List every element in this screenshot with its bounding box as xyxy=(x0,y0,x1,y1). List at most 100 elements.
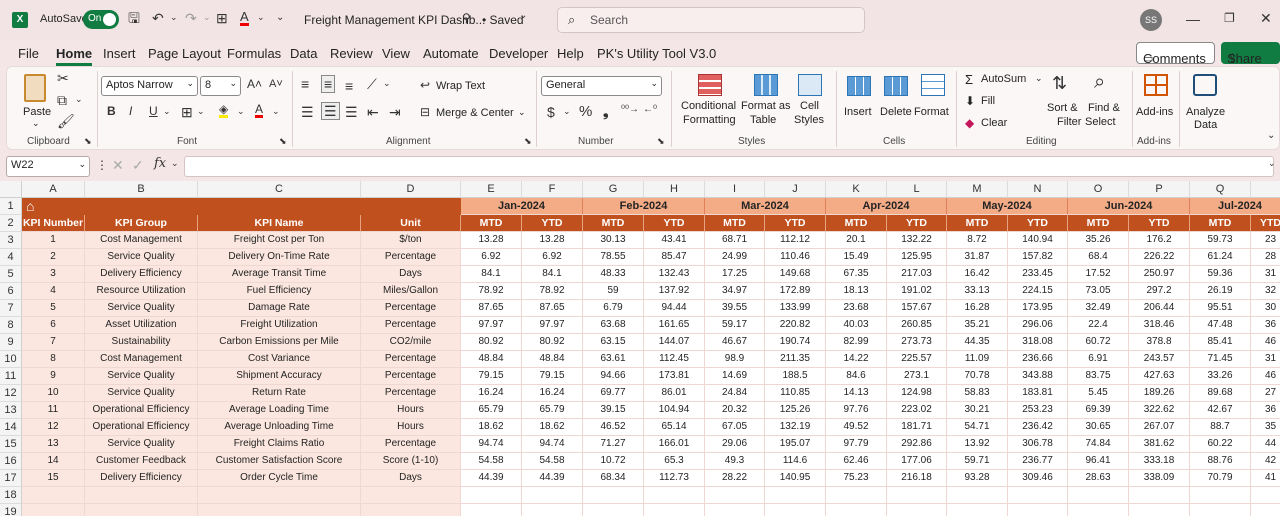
autosum-button[interactable]: Σ AutoSum ⌄ xyxy=(963,71,1043,87)
table-cell[interactable]: 217.03 xyxy=(887,266,947,283)
table-cell[interactable]: 65.14 xyxy=(644,419,705,436)
table-cell[interactable]: 172.89 xyxy=(765,283,826,300)
table-cell[interactable]: 80.92 xyxy=(522,334,583,351)
table-cell[interactable]: 181.71 xyxy=(887,419,947,436)
table-cell[interactable]: 26.19 xyxy=(1190,283,1251,300)
table-cell[interactable]: 149.68 xyxy=(765,266,826,283)
table-cell[interactable]: 18.62 xyxy=(461,419,522,436)
search-box[interactable]: ⌕ Search xyxy=(557,7,865,33)
table-cell[interactable]: 297.2 xyxy=(1129,283,1190,300)
table-cell[interactable]: 94.44 xyxy=(644,300,705,317)
empty-cell[interactable] xyxy=(522,504,583,516)
empty-cell[interactable] xyxy=(1251,504,1280,516)
column-header-b[interactable]: B xyxy=(85,181,198,198)
table-cell[interactable]: 68.4 xyxy=(1068,249,1129,266)
table-cell[interactable]: 87.65 xyxy=(522,300,583,317)
table-cell[interactable]: Freight Utilization xyxy=(198,317,361,334)
table-cell[interactable]: 9 xyxy=(22,368,85,385)
empty-cell[interactable] xyxy=(361,504,461,516)
table-cell[interactable]: 157.82 xyxy=(1008,249,1068,266)
empty-cell[interactable] xyxy=(1129,487,1190,504)
comments-button[interactable]: ▭ Comments xyxy=(1136,42,1215,66)
undo-dropdown-icon[interactable]: ⌄ xyxy=(170,13,178,22)
table-cell[interactable]: 33.26 xyxy=(1190,368,1251,385)
table-cell[interactable]: 78.92 xyxy=(461,283,522,300)
table-cell[interactable]: 15 xyxy=(22,470,85,487)
table-cell[interactable]: 132.43 xyxy=(644,266,705,283)
decrease-decimal-icon[interactable]: ←⁰ xyxy=(643,105,657,115)
table-cell[interactable]: 48.33 xyxy=(583,266,644,283)
table-cell[interactable]: CO2/mile xyxy=(361,334,461,351)
table-cell[interactable]: 97.76 xyxy=(826,402,887,419)
table-cell[interactable]: 157.67 xyxy=(887,300,947,317)
delete-cells-button[interactable]: Delete xyxy=(877,71,913,131)
collapse-ribbon-icon[interactable]: ⌄ xyxy=(1267,131,1275,141)
table-cell[interactable]: 16.42 xyxy=(947,266,1008,283)
table-cell[interactable]: 133.99 xyxy=(765,300,826,317)
addins-button[interactable]: Add-ins xyxy=(1135,71,1175,131)
table-cell[interactable]: 70.78 xyxy=(947,368,1008,385)
table-cell[interactable]: 17.52 xyxy=(1068,266,1129,283)
table-cell[interactable]: Cost Management xyxy=(85,232,198,249)
table-cell[interactable]: 24.84 xyxy=(705,385,765,402)
table-cell[interactable]: 16.24 xyxy=(522,385,583,402)
empty-cell[interactable] xyxy=(1008,487,1068,504)
table-cell[interactable]: 1 xyxy=(22,232,85,249)
table-cell[interactable]: 333.18 xyxy=(1129,453,1190,470)
empty-cell[interactable] xyxy=(198,504,361,516)
table-cell[interactable]: 74.84 xyxy=(1068,436,1129,453)
row-header-14[interactable]: 14 xyxy=(0,419,22,436)
table-cell[interactable]: Operational Efficiency xyxy=(85,402,198,419)
table-cell[interactable]: 89.68 xyxy=(1190,385,1251,402)
formula-input[interactable] xyxy=(184,156,1274,177)
row-header-16[interactable]: 16 xyxy=(0,453,22,470)
table-cell[interactable]: 338.09 xyxy=(1129,470,1190,487)
table-cell[interactable]: 27 xyxy=(1251,385,1280,402)
table-cell[interactable]: 83.75 xyxy=(1068,368,1129,385)
table-cell[interactable]: 85.47 xyxy=(644,249,705,266)
table-cell[interactable]: 220.82 xyxy=(765,317,826,334)
table-cell[interactable]: 20.32 xyxy=(705,402,765,419)
more-options-icon[interactable]: ⋮ xyxy=(96,159,108,171)
table-cell[interactable]: 49.3 xyxy=(705,453,765,470)
orientation-icon[interactable]: ⟋ xyxy=(367,77,377,91)
insert-function-icon[interactable]: fx xyxy=(154,157,166,170)
table-cell[interactable]: 267.07 xyxy=(1129,419,1190,436)
table-cell[interactable]: 226.22 xyxy=(1129,249,1190,266)
empty-cell[interactable] xyxy=(1068,487,1129,504)
table-cell[interactable]: 17.25 xyxy=(705,266,765,283)
restore-icon[interactable]: ❐ xyxy=(1224,12,1235,24)
table-cell[interactable]: 67.35 xyxy=(826,266,887,283)
table-cell[interactable]: 28.63 xyxy=(1068,470,1129,487)
table-cell[interactable]: Percentage xyxy=(361,385,461,402)
increase-decimal-icon[interactable]: ⁰⁰→ xyxy=(621,105,639,115)
table-cell[interactable]: Cost Variance xyxy=(198,351,361,368)
table-cell[interactable]: 63.68 xyxy=(583,317,644,334)
table-cell[interactable]: 8 xyxy=(22,351,85,368)
column-header-n[interactable]: N xyxy=(1008,181,1068,198)
table-cell[interactable]: Miles/Gallon xyxy=(361,283,461,300)
function-dropdown-icon[interactable]: ⌄ xyxy=(171,159,179,168)
undo-icon[interactable]: ↶ xyxy=(152,11,164,25)
table-cell[interactable]: 8.72 xyxy=(947,232,1008,249)
table-cell[interactable]: 224.15 xyxy=(1008,283,1068,300)
table-cell[interactable]: 59 xyxy=(583,283,644,300)
tab-automate[interactable]: Automate xyxy=(423,46,479,61)
empty-cell[interactable] xyxy=(887,504,947,516)
table-cell[interactable]: 46.67 xyxy=(705,334,765,351)
empty-cell[interactable] xyxy=(1068,504,1129,516)
insert-cells-button[interactable]: Insert xyxy=(841,71,875,131)
font-color-icon[interactable]: A xyxy=(240,10,249,26)
table-cell[interactable]: 260.85 xyxy=(887,317,947,334)
table-cell[interactable]: 94.74 xyxy=(461,436,522,453)
table-cell[interactable]: 166.01 xyxy=(644,436,705,453)
table-cell[interactable]: 18.62 xyxy=(522,419,583,436)
table-cell[interactable]: 43.41 xyxy=(644,232,705,249)
table-cell[interactable]: 14.13 xyxy=(826,385,887,402)
table-cell[interactable]: 62.46 xyxy=(826,453,887,470)
table-cell[interactable]: 24.99 xyxy=(705,249,765,266)
table-cell[interactable]: Service Quality xyxy=(85,436,198,453)
empty-cell[interactable] xyxy=(826,487,887,504)
table-cell[interactable]: 49.52 xyxy=(826,419,887,436)
table-cell[interactable]: 42.67 xyxy=(1190,402,1251,419)
